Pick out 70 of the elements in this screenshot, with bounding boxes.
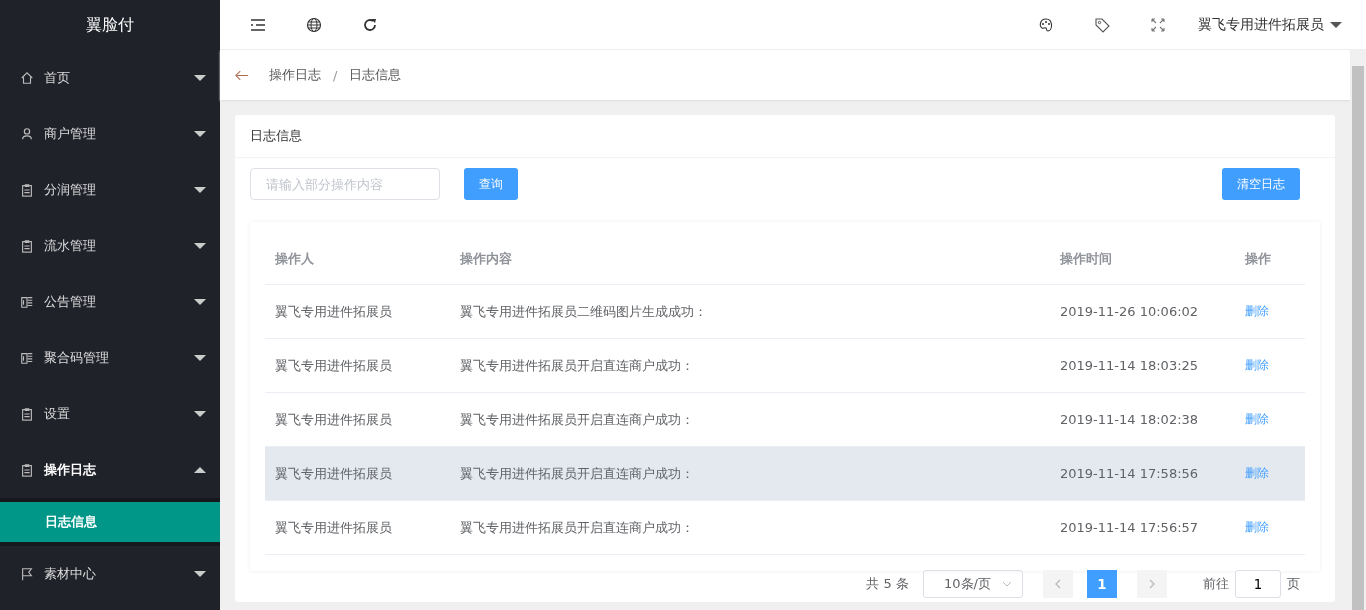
table-cell: 翼飞专用进件拓展员开启直连商户成功： bbox=[460, 357, 694, 373]
menu-item[interactable]: 商户管理 bbox=[0, 106, 220, 162]
clipboard-icon bbox=[20, 183, 34, 197]
table-cell: 2019-11-14 18:03:25 bbox=[1060, 358, 1199, 373]
page-size-select[interactable]: 10条/页 bbox=[923, 570, 1023, 598]
menu-item[interactable]: 流水管理 bbox=[0, 218, 220, 274]
table-cell: 2019-11-26 10:06:02 bbox=[1060, 304, 1199, 319]
caret-icon bbox=[1330, 20, 1342, 29]
fullscreen-icon[interactable] bbox=[1150, 16, 1166, 33]
clipboard-icon bbox=[20, 463, 34, 477]
table-cell: 2019-11-14 17:56:57 bbox=[1060, 520, 1199, 535]
search-field[interactable]: 请输入部分操作内容 bbox=[250, 168, 440, 200]
menu-item[interactable]: 操作日志 bbox=[0, 442, 220, 498]
clipboard-icon bbox=[20, 407, 34, 421]
caret-icon bbox=[194, 570, 206, 578]
table-cell: 翼飞专用进件拓展员 bbox=[275, 411, 392, 427]
goto-label: 前往 bbox=[1203, 575, 1229, 593]
back-arrow-icon[interactable] bbox=[235, 69, 249, 81]
table-cell: 翼飞专用进件拓展员 bbox=[275, 465, 392, 481]
chevron-right-icon bbox=[1149, 579, 1155, 589]
table-cell: 翼飞专用进件拓展员 bbox=[275, 303, 392, 319]
caret-icon bbox=[194, 410, 206, 418]
caret-icon bbox=[194, 242, 206, 250]
card-title: 日志信息 bbox=[235, 115, 1335, 158]
flag-icon bbox=[20, 567, 34, 581]
home-icon bbox=[20, 71, 34, 85]
menu-item[interactable]: 分润管理 bbox=[0, 162, 220, 218]
caret-icon bbox=[194, 130, 206, 138]
user-icon bbox=[20, 127, 34, 141]
column-header: 操作 bbox=[1244, 250, 1272, 268]
table-cell: 翼飞专用进件拓展员开启直连商户成功： bbox=[460, 465, 694, 481]
book-icon bbox=[20, 351, 34, 365]
breadcrumb-separator: / bbox=[333, 67, 338, 83]
menu-item[interactable]: 首页 bbox=[0, 50, 220, 106]
submenu-item[interactable]: 日志信息 bbox=[0, 502, 220, 542]
table-cell: 翼飞专用进件拓展员 bbox=[275, 519, 392, 535]
table-cell: 2019-11-14 18:02:38 bbox=[1060, 412, 1199, 427]
table-cell: 翼飞专用进件拓展员二维码图片生成成功： bbox=[460, 303, 707, 319]
table-cell: 翼飞专用进件拓展员开启直连商户成功： bbox=[460, 519, 694, 535]
table-cell: 2019-11-14 17:58:56 bbox=[1060, 466, 1199, 481]
menu-item[interactable]: 聚合码管理 bbox=[0, 330, 220, 386]
chevron-down-icon bbox=[1002, 581, 1012, 587]
goto-suffix: 页 bbox=[1287, 575, 1300, 593]
caret-icon bbox=[194, 186, 206, 194]
column-header: 操作时间 bbox=[1059, 250, 1113, 268]
tag-icon[interactable] bbox=[1094, 16, 1110, 33]
column-header: 操作内容 bbox=[459, 250, 513, 268]
breadcrumb-item[interactable]: 操作日志 bbox=[269, 66, 321, 84]
app-logo-text: 翼脸付 bbox=[85, 13, 135, 36]
clipboard-icon bbox=[20, 239, 34, 253]
column-header: 操作人 bbox=[274, 250, 315, 268]
globe-icon[interactable] bbox=[306, 16, 322, 33]
table-cell: 翼飞专用进件拓展员开启直连商户成功： bbox=[460, 411, 694, 427]
caret-icon bbox=[194, 74, 206, 82]
menu-item[interactable]: 素材中心 bbox=[0, 546, 220, 602]
caret-icon bbox=[194, 354, 206, 362]
goto-page-field[interactable]: 1 bbox=[1235, 570, 1281, 598]
user-menu[interactable]: 翼飞专用进件拓展员 bbox=[1198, 15, 1342, 34]
caret-icon bbox=[194, 466, 206, 474]
palette-icon[interactable] bbox=[1038, 16, 1054, 33]
menu-icon[interactable] bbox=[250, 16, 266, 33]
chevron-left-icon bbox=[1055, 579, 1061, 589]
caret-icon bbox=[194, 298, 206, 306]
refresh-icon[interactable] bbox=[362, 16, 378, 33]
table-cell: 翼飞专用进件拓展员 bbox=[275, 357, 392, 373]
total-count: 共 5 条 bbox=[866, 575, 909, 593]
menu-item[interactable]: 设置 bbox=[0, 386, 220, 442]
menu-item[interactable]: 公告管理 bbox=[0, 274, 220, 330]
breadcrumb-item: 日志信息 bbox=[349, 66, 402, 84]
book-icon bbox=[20, 295, 34, 309]
